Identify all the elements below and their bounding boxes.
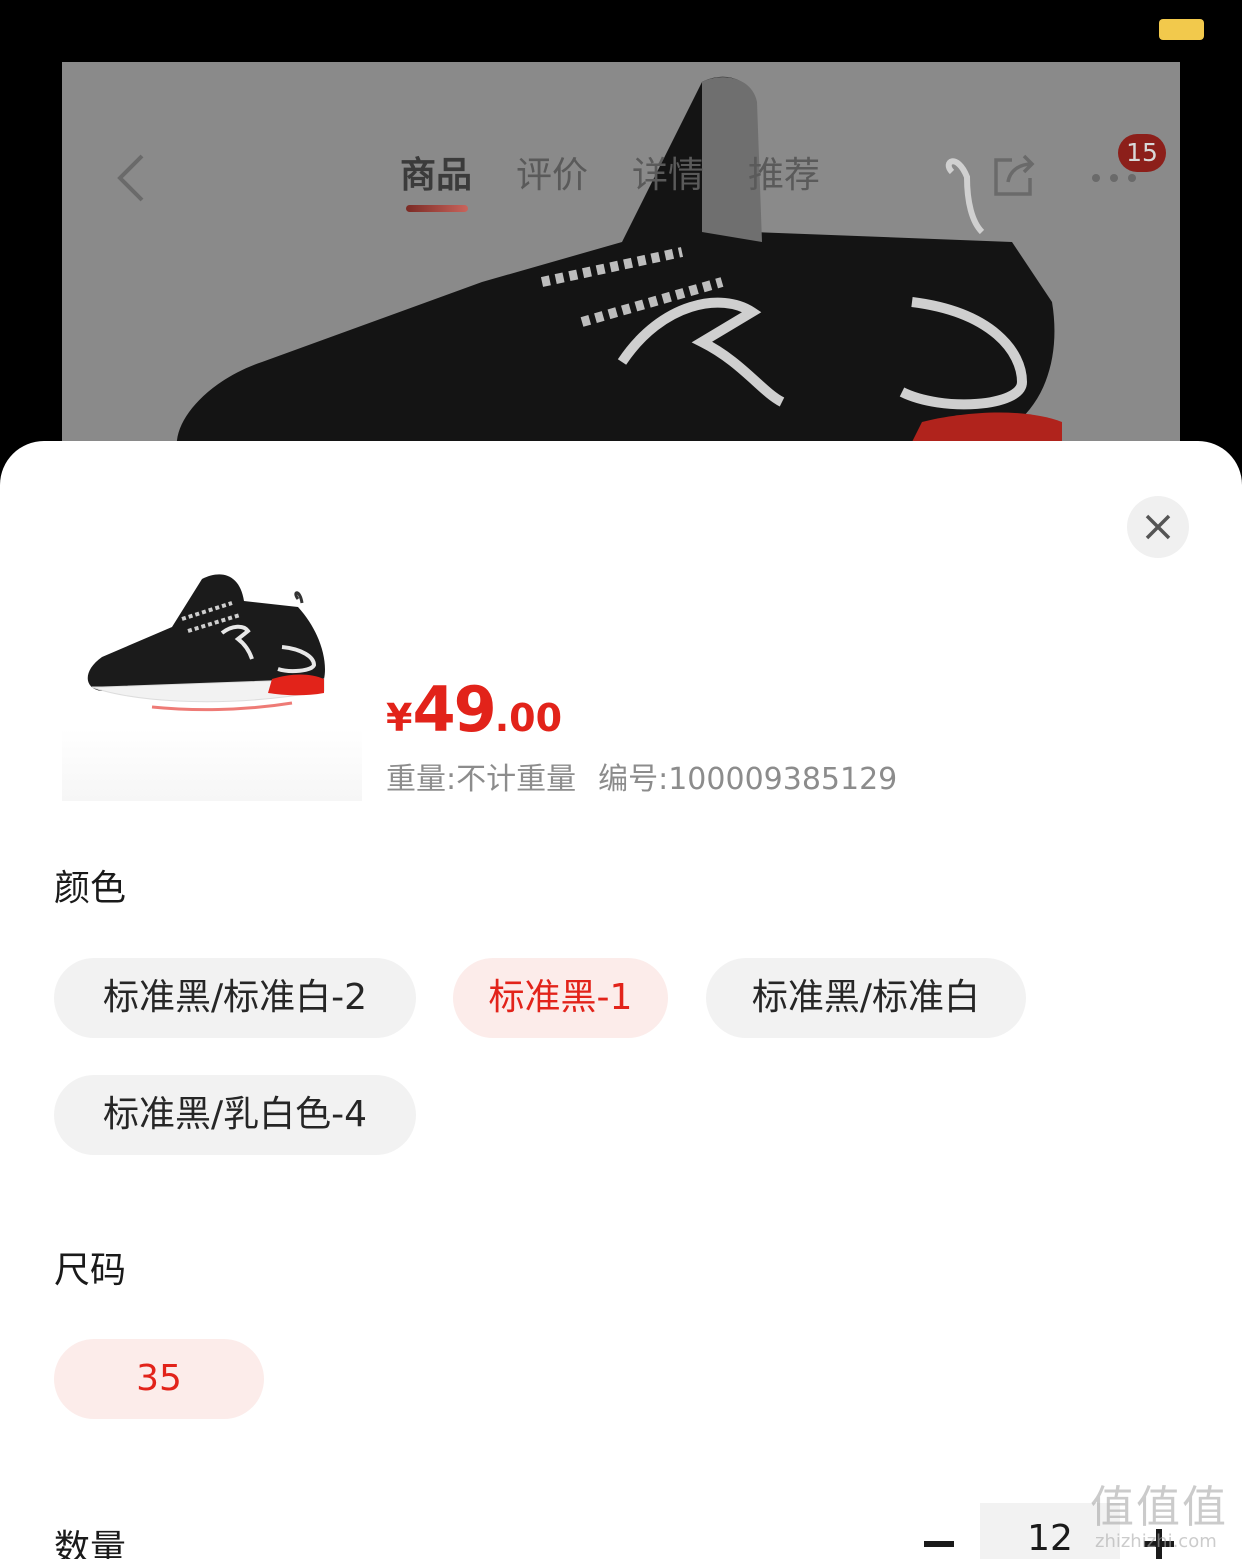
battery-icon (1159, 19, 1204, 40)
watermark-url: zhizhizhi.com (1095, 1531, 1217, 1552)
top-tab-bar: 商品 评价 详情 推荐 (400, 150, 820, 212)
chevron-left-icon (117, 154, 144, 202)
shoe-image (87, 574, 325, 712)
color-option[interactable]: 标准黑/乳白色-4 (54, 1075, 416, 1155)
tab-recommend[interactable]: 推荐 (748, 150, 820, 202)
color-option-selected[interactable]: 标准黑-1 (453, 958, 668, 1038)
back-button[interactable] (112, 148, 152, 208)
product-thumbnail (62, 561, 362, 801)
product-page-background (62, 62, 1180, 462)
price: ¥49.00 (386, 673, 562, 746)
share-icon (994, 154, 1035, 196)
size-option-selected[interactable]: 35 (54, 1339, 264, 1419)
price-decimal: .00 (494, 696, 563, 740)
notification-badge: 15 (1118, 134, 1166, 172)
quantity-section-title: 数量 (54, 1528, 127, 1559)
price-currency: ¥ (386, 696, 413, 740)
color-option[interactable]: 标准黑/标准白 (706, 958, 1026, 1038)
share-button[interactable] (990, 152, 1038, 200)
tab-product[interactable]: 商品 (400, 150, 472, 212)
watermark-logo: 值值值 (1090, 1482, 1228, 1533)
tab-details[interactable]: 详情 (632, 150, 704, 202)
weight-label: 重量:不计重量 (386, 762, 577, 797)
tab-reviews[interactable]: 评价 (516, 150, 588, 202)
price-integer: 49 (412, 673, 496, 746)
size-section-title: 尺码 (54, 1250, 127, 1291)
close-button[interactable] (1127, 496, 1189, 558)
quantity-decrease-button[interactable] (920, 1531, 960, 1559)
color-option[interactable]: 标准黑/标准白-2 (54, 958, 416, 1038)
product-hero-image (62, 62, 1180, 462)
sku-label: 编号:100009385129 (598, 762, 898, 797)
close-icon (1145, 514, 1171, 540)
sku-selector-sheet: ¥49.00 重量:不计重量 编号:100009385129 颜色 标准黑/标准白… (0, 441, 1242, 1559)
product-meta: 重量:不计重量 编号:100009385129 (386, 754, 897, 798)
color-section-title: 颜色 (54, 868, 127, 909)
